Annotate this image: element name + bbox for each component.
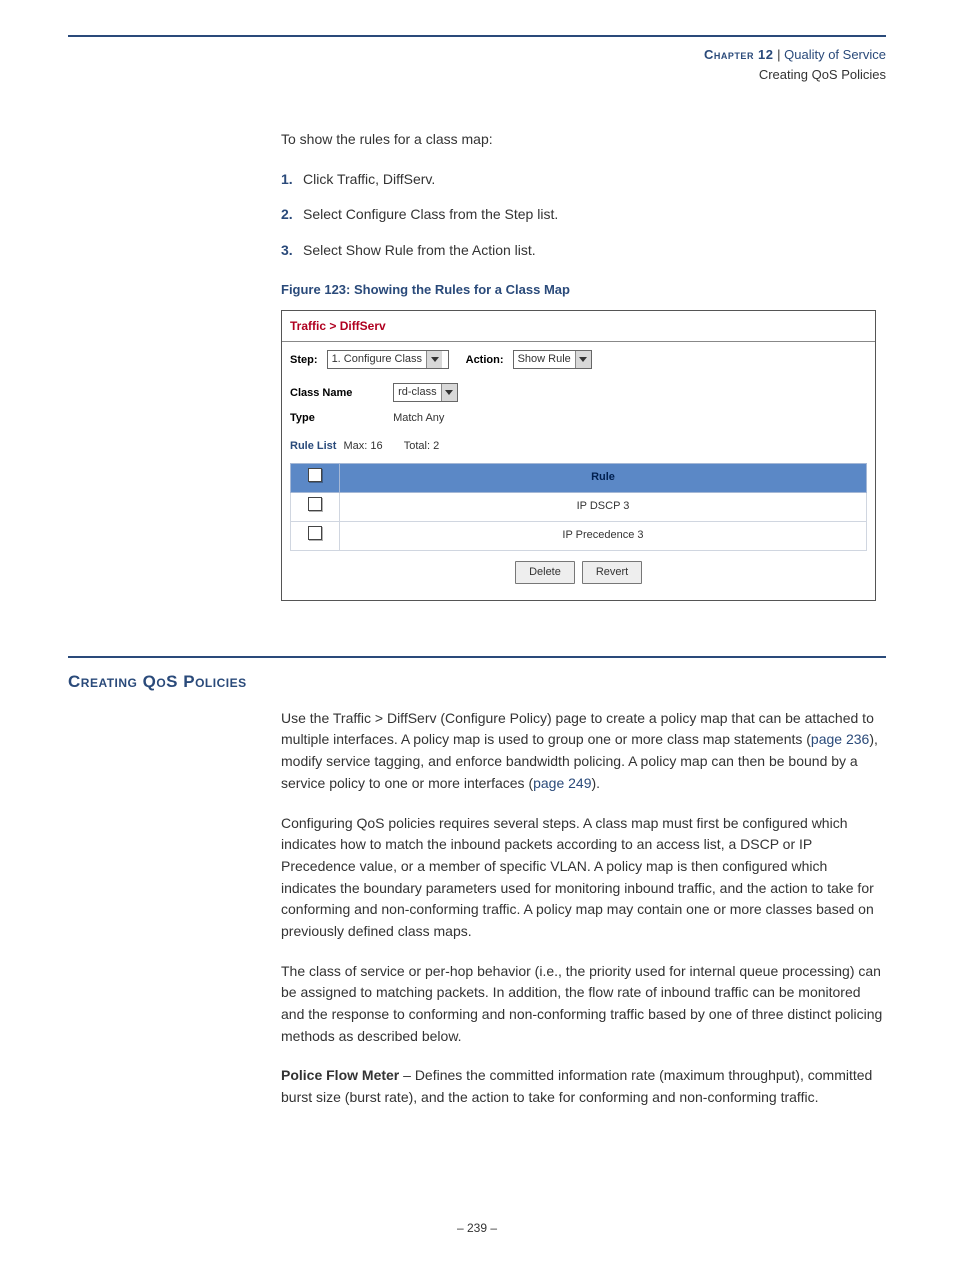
step-select-value: 1. Configure Class [328,351,427,368]
step-text: Select Configure Class from the Step lis… [303,206,558,222]
checkbox-icon [308,468,322,482]
step-number: 1. [281,169,303,191]
step-select[interactable]: 1. Configure Class [327,350,449,369]
rule-cell: IP DSCP 3 [340,492,867,521]
table-row: IP Precedence 3 [291,521,867,550]
step-number: 2. [281,204,303,226]
chevron-down-icon [575,351,591,368]
header-pipe: | [774,47,785,62]
action-select-value: Show Rule [514,351,575,368]
chapter-title: Quality of Service [784,47,886,62]
breadcrumb: Traffic > DiffServ [282,311,875,342]
page-number: 239 [467,1221,487,1235]
step-text: Select Show Rule from the Action list. [303,242,536,258]
chevron-down-icon [426,351,442,368]
class-name-value: rd-class [394,384,441,401]
action-label: Action: [466,352,504,369]
page-link-249[interactable]: page 249 [533,775,591,791]
page-header: Chapter 12 | Quality of Service Creating… [68,45,886,84]
step-item: 2.Select Configure Class from the Step l… [281,204,886,226]
figure-caption: Figure 123: Showing the Rules for a Clas… [281,280,886,300]
para-text: Use the Traffic > DiffServ (Configure Po… [281,710,874,748]
rule-list-max: Max: 16 [344,440,383,452]
class-name-select[interactable]: rd-class [393,383,458,402]
steps-list: 1.Click Traffic, DiffServ. 2.Select Conf… [281,169,886,262]
step-number: 3. [281,240,303,262]
row-checkbox[interactable] [308,497,322,511]
chevron-down-icon [441,384,457,401]
step-label: Step: [290,352,318,369]
rule-list-total: Total: 2 [404,440,439,452]
paragraph: Configuring QoS policies requires severa… [281,813,886,943]
page-footer: – 239 – [0,1221,954,1235]
header-subtitle: Creating QoS Policies [68,65,886,85]
action-select[interactable]: Show Rule [513,350,592,369]
step-text: Click Traffic, DiffServ. [303,171,435,187]
rule-table: Rule IP DSCP 3 IP Precedence 3 [290,463,867,551]
footer-dash: – [457,1221,467,1235]
section-rule [68,656,886,658]
revert-button[interactable]: Revert [582,561,642,584]
section-heading: Creating QoS Policies [68,672,886,692]
footer-dash: – [487,1221,497,1235]
delete-button[interactable]: Delete [515,561,575,584]
table-row: IP DSCP 3 [291,492,867,521]
type-value: Match Any [393,412,444,424]
paragraph: Police Flow Meter – Defines the committe… [281,1065,886,1108]
class-name-label: Class Name [290,385,390,402]
para-bold: Police Flow Meter [281,1067,399,1083]
paragraph: The class of service or per-hop behavior… [281,961,886,1048]
chapter-label: Chapter 12 [704,47,773,62]
row-checkbox[interactable] [308,526,322,540]
screenshot-panel: Traffic > DiffServ Step: 1. Configure Cl… [281,310,876,601]
top-rule [68,35,886,37]
type-label: Type [290,410,390,427]
paragraph: Use the Traffic > DiffServ (Configure Po… [281,708,886,795]
page-link-236[interactable]: page 236 [811,731,869,747]
select-all-header[interactable] [291,463,340,492]
button-row: Delete Revert [290,551,867,592]
intro-text: To show the rules for a class map: [281,129,886,151]
rule-list-label: Rule List [290,440,336,452]
rule-cell: IP Precedence 3 [340,521,867,550]
rule-column-header: Rule [340,463,867,492]
para-text: ). [592,775,601,791]
step-item: 1.Click Traffic, DiffServ. [281,169,886,191]
step-item: 3.Select Show Rule from the Action list. [281,240,886,262]
